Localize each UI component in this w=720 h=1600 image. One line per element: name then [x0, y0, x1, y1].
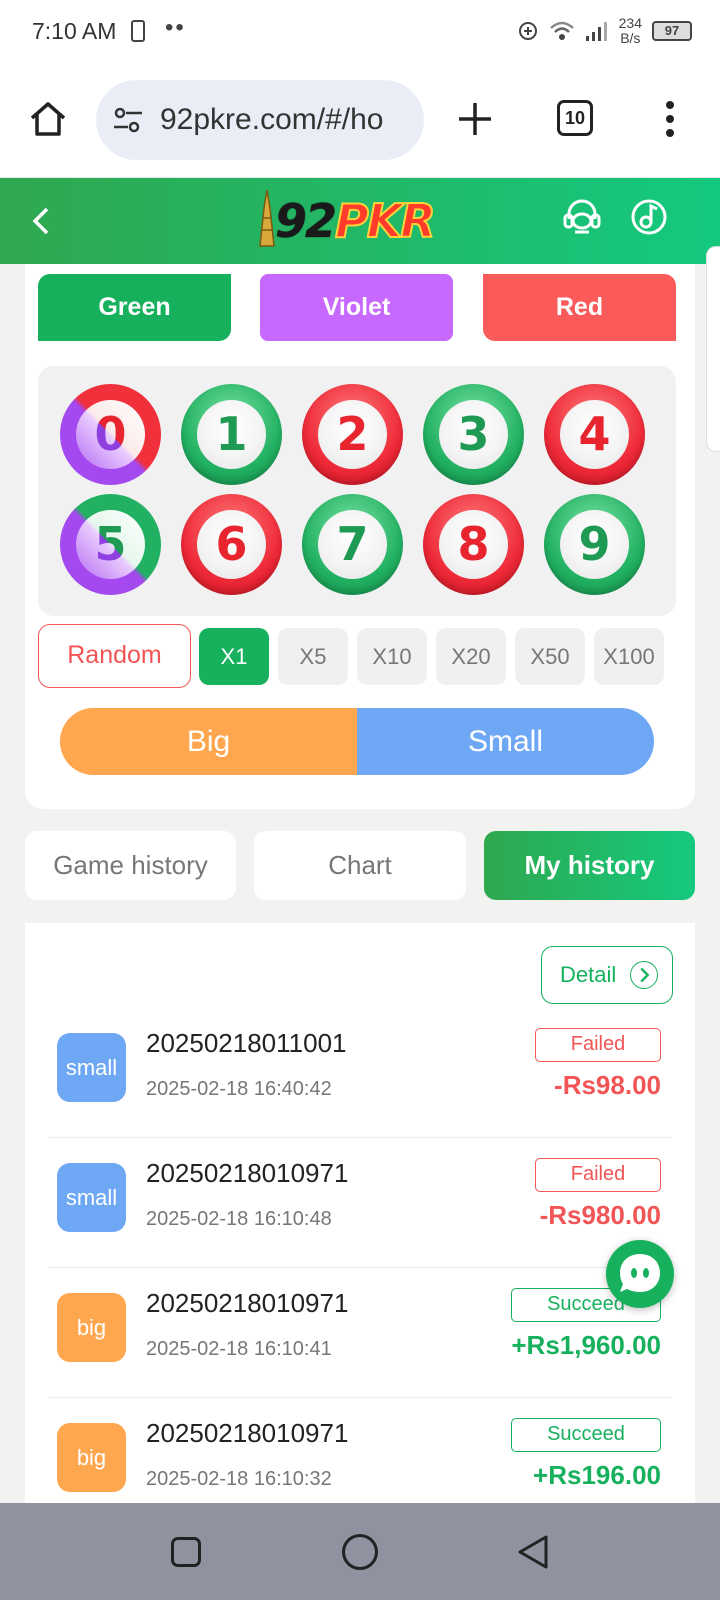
tab-my-history[interactable]: My history	[484, 831, 695, 900]
bet-type-badge: big	[57, 1423, 126, 1492]
number-ball-7[interactable]: 7	[302, 494, 403, 595]
result-status: Failed	[535, 1158, 661, 1192]
network-speed: 234 B/s	[618, 15, 642, 46]
notification-dots: ••	[165, 14, 186, 41]
bet-red-button[interactable]: Red	[483, 274, 676, 341]
period-number: 20250218010971	[146, 1418, 349, 1448]
period-number: 20250218010971	[146, 1288, 349, 1318]
history-row[interactable]: big 20250218010971 2025-02-18 16:10:41 Succ…	[49, 1268, 671, 1398]
number-ball-2[interactable]: 2	[302, 384, 403, 485]
multiplier-x100[interactable]: X100	[594, 628, 664, 685]
number-ball-0[interactable]: 0	[60, 384, 161, 485]
bet-type-badge: small	[57, 1163, 126, 1232]
detail-button[interactable]: Detail	[541, 946, 673, 1004]
recents-icon[interactable]	[171, 1537, 201, 1567]
detail-label: Detail	[560, 962, 617, 987]
number-grid: 01 2 3 4 56 7 8 9	[38, 366, 676, 616]
number-ball-4[interactable]: 4	[544, 384, 645, 485]
app-header: 92PKR	[0, 178, 720, 264]
multiplier-x10[interactable]: X10	[357, 628, 427, 685]
home-icon[interactable]	[28, 100, 68, 138]
signal-icon	[585, 22, 607, 41]
multiplier-x1[interactable]: X1	[199, 628, 269, 685]
ball-number: 8	[457, 517, 490, 571]
win-loss-amount: +Rs1,960.00	[511, 1330, 661, 1360]
period-number: 20250218010971	[146, 1158, 349, 1188]
ball-number: 7	[336, 517, 369, 571]
ball-number: 4	[578, 407, 611, 461]
result-status: Succeed	[511, 1418, 661, 1452]
multiplier-x5[interactable]: X5	[278, 628, 348, 685]
live-chat-button[interactable]	[606, 1240, 674, 1308]
win-loss-amount: -Rs98.00	[554, 1070, 661, 1100]
status-bar: 7:10 AM •• 234 B/s 97	[0, 0, 720, 66]
number-ball-8[interactable]: 8	[423, 494, 524, 595]
side-drawer-handle[interactable]	[706, 246, 720, 452]
ball-number: 9	[578, 517, 611, 571]
status-icons: 234 B/s 97	[517, 16, 692, 46]
chat-bot-icon	[620, 1254, 660, 1292]
history-row[interactable]: small 20250218011001 2025-02-18 16:40:42 Fa…	[49, 1008, 671, 1138]
battery-icon: 97	[652, 21, 692, 41]
nav-back-icon[interactable]	[516, 1533, 550, 1571]
logo: 92PKR	[255, 188, 465, 254]
logo-text: 92PKR	[275, 193, 437, 249]
tab-game-history[interactable]: Game history	[25, 831, 236, 900]
chevron-right-icon	[630, 961, 658, 989]
bet-violet-button[interactable]: Violet	[260, 274, 453, 341]
number-ball-3[interactable]: 3	[423, 384, 524, 485]
wifi-icon	[549, 21, 574, 40]
more-menu-icon[interactable]	[664, 100, 676, 138]
data-saver-icon	[518, 22, 537, 40]
bet-type-badge: small	[57, 1033, 126, 1102]
multiplier-x50[interactable]: X50	[515, 628, 585, 685]
win-loss-amount: -Rs980.00	[539, 1200, 661, 1230]
multiplier-x20[interactable]: X20	[436, 628, 506, 685]
tab-switcher-icon[interactable]: 10	[557, 100, 593, 136]
clock: 7:10 AM	[32, 18, 117, 44]
random-button[interactable]: Random	[38, 624, 191, 688]
big-small-toggle: Big Small	[60, 708, 654, 775]
bet-timestamp: 2025-02-18 16:10:48	[146, 1208, 332, 1230]
ball-number: 1	[215, 407, 248, 461]
number-ball-6[interactable]: 6	[181, 494, 282, 595]
my-history-list: Detail small 20250218011001 2025-02-18 16:…	[25, 923, 695, 1503]
customer-service-icon[interactable]	[563, 197, 601, 237]
bet-green-button[interactable]: Green	[38, 274, 231, 341]
history-row[interactable]: small 20250218010971 2025-02-18 16:10:48 Fa…	[49, 1138, 671, 1268]
bet-timestamp: 2025-02-18 16:10:32	[146, 1468, 332, 1490]
ball-number: 0	[60, 384, 161, 485]
bet-timestamp: 2025-02-18 16:10:41	[146, 1338, 332, 1360]
win-loss-amount: +Rs196.00	[533, 1460, 661, 1490]
url-text[interactable]: 92pkre.com/#/ho	[160, 103, 410, 137]
bet-timestamp: 2025-02-18 16:40:42	[146, 1078, 332, 1100]
number-ball-5[interactable]: 5	[60, 494, 161, 595]
tab-chart[interactable]: Chart	[254, 831, 466, 900]
music-icon[interactable]	[630, 197, 668, 237]
battery-saver-icon	[131, 20, 145, 42]
ball-number: 2	[336, 407, 369, 461]
result-status: Failed	[535, 1028, 661, 1062]
bet-big-button[interactable]: Big	[60, 708, 357, 775]
system-nav-bar	[0, 1503, 720, 1600]
ball-number: 5	[60, 494, 161, 595]
ball-number: 3	[457, 407, 490, 461]
new-tab-icon[interactable]	[456, 100, 494, 138]
back-arrow-icon[interactable]	[30, 206, 52, 236]
ball-number: 6	[215, 517, 248, 571]
betting-panel: Green Violet Red 01 2 3 4 56 7 8 9 Random Big S…	[25, 264, 695, 809]
number-ball-9[interactable]: 9	[544, 494, 645, 595]
address-bar[interactable]: 92pkre.com/#/ho	[96, 80, 424, 160]
browser-toolbar: 92pkre.com/#/ho 10	[0, 66, 720, 178]
period-number: 20250218011001	[146, 1028, 347, 1058]
bet-small-button[interactable]: Small	[357, 708, 654, 775]
site-settings-icon[interactable]	[112, 106, 144, 134]
number-ball-1[interactable]: 1	[181, 384, 282, 485]
home-nav-icon[interactable]	[342, 1534, 378, 1570]
bet-type-badge: big	[57, 1293, 126, 1362]
